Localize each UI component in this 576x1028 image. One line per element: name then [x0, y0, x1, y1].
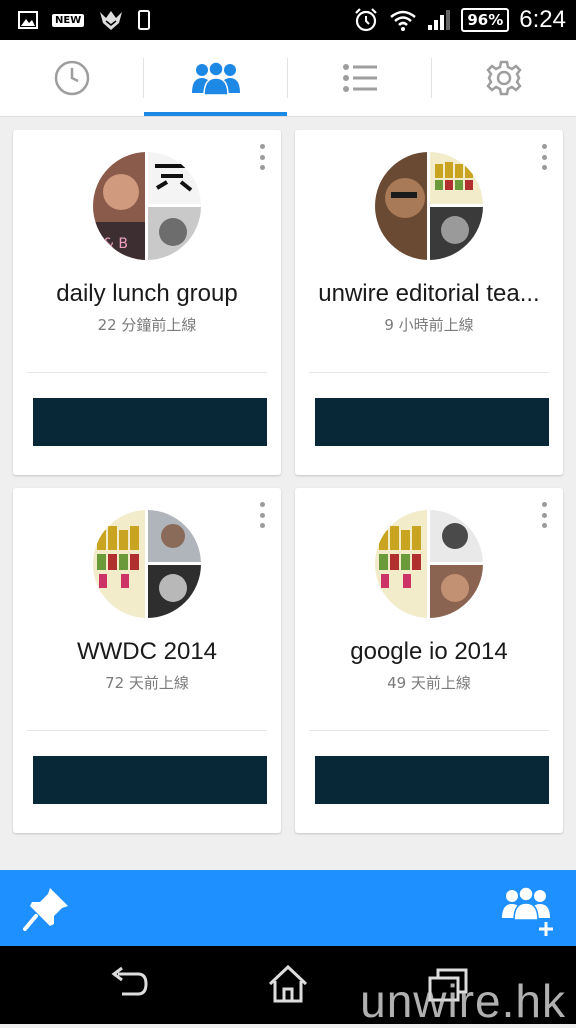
group-avatar: [375, 510, 483, 618]
home-icon[interactable]: [266, 964, 310, 1008]
group-name: WWDC 2014: [76, 638, 218, 665]
group-avatar: & B: [93, 152, 201, 260]
tab-recent[interactable]: [0, 40, 144, 116]
battery-icon: 96%: [461, 8, 510, 32]
status-bar: NEW 96% 6:24: [0, 0, 576, 40]
last-online-text: 22 分鐘前上線: [97, 316, 197, 334]
group-avatar: [93, 510, 201, 618]
tab-bar: [0, 40, 576, 117]
overflow-menu-icon[interactable]: [257, 502, 267, 528]
group-name: unwire editorial tea...: [318, 280, 540, 307]
groups-icon: [192, 61, 240, 95]
group-card[interactable]: google io 2014 49 天前上線: [295, 488, 563, 833]
clock-icon: [54, 60, 90, 96]
wifi-icon: [389, 9, 417, 31]
card-divider: [309, 730, 549, 731]
alarm-icon: [353, 7, 379, 33]
tab-settings[interactable]: [432, 40, 576, 116]
settings-icon: [486, 60, 522, 96]
group-action-button[interactable]: [33, 756, 267, 804]
watermark: unwire.hk: [360, 975, 566, 1027]
group-action-button[interactable]: [315, 398, 549, 446]
phone-icon: [138, 10, 151, 30]
image-icon: [18, 11, 38, 29]
group-action-button[interactable]: [315, 756, 549, 804]
group-card[interactable]: & B daily lunch group 22 分鐘前上線: [13, 130, 281, 475]
overflow-menu-icon[interactable]: [539, 144, 549, 170]
svg-text:& B: & B: [103, 236, 128, 252]
card-divider: [27, 372, 267, 373]
back-icon[interactable]: [108, 966, 150, 1006]
card-divider: [309, 372, 549, 373]
overflow-menu-icon[interactable]: [539, 502, 549, 528]
group-action-button[interactable]: [33, 398, 267, 446]
signal-icon: [427, 9, 451, 31]
card-divider: [27, 730, 267, 731]
pin-icon[interactable]: [22, 886, 70, 932]
selected-tab-indicator: [144, 112, 287, 116]
new-badge: NEW: [52, 13, 85, 27]
group-name: daily lunch group: [56, 280, 238, 307]
overflow-menu-icon[interactable]: [257, 144, 267, 170]
tab-list[interactable]: [288, 40, 432, 116]
last-online-text: 72 天前上線: [105, 674, 189, 692]
group-card[interactable]: WWDC 2014 72 天前上線: [13, 488, 281, 833]
last-online-text: 49 天前上線: [387, 674, 471, 692]
add-group-icon[interactable]: [500, 884, 560, 936]
group-name: google io 2014: [350, 638, 508, 665]
bottom-action-bar: [0, 870, 576, 946]
game-emblem-icon: [98, 9, 124, 31]
tab-groups[interactable]: [144, 40, 288, 116]
list-icon: [343, 64, 377, 92]
status-time: 6:24: [519, 6, 566, 33]
last-online-text: 9 小時前上線: [384, 316, 474, 334]
group-card[interactable]: unwire editorial tea... 9 小時前上線: [295, 130, 563, 475]
group-avatar: [375, 152, 483, 260]
